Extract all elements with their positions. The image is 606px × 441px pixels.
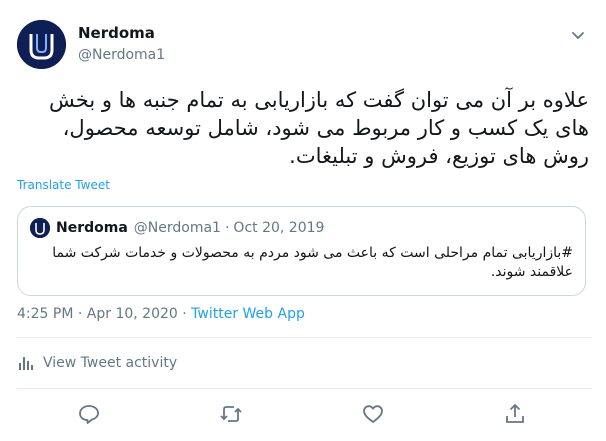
divider — [17, 388, 592, 389]
view-activity-label: View Tweet activity — [43, 355, 178, 371]
avatar[interactable] — [17, 20, 66, 69]
quoted-handle: @Nerdoma1 — [133, 220, 221, 236]
tweet-card: Nerdoma @Nerdoma1 علاوه بر آن می توان گف… — [0, 0, 606, 441]
quoted-display-name: Nerdoma — [56, 220, 128, 236]
author-display-name[interactable]: Nerdoma — [78, 24, 165, 43]
tweet-text: علاوه بر آن می توان گفت که بازاریابی به … — [48, 88, 589, 168]
quoted-separator: · — [224, 220, 230, 236]
view-activity-link[interactable]: View Tweet activity — [17, 354, 177, 372]
share-icon[interactable] — [503, 402, 527, 426]
quoted-tweet-header: Nerdoma @Nerdoma1 · Oct 20, 2019 — [30, 217, 328, 239]
quoted-date: Oct 20, 2019 — [233, 220, 325, 236]
bar-chart-icon — [19, 357, 33, 370]
tweet-actions — [0, 402, 606, 426]
heart-icon[interactable] — [361, 402, 385, 426]
translate-tweet-link[interactable]: Translate Tweet — [17, 178, 110, 192]
tweet-time[interactable]: 4:25 PM — [17, 306, 73, 322]
author-handle[interactable]: @Nerdoma1 — [78, 46, 165, 65]
quoted-text: #بازاریابی تمام مراحلی است که باعث می شو… — [52, 245, 573, 280]
retweet-icon[interactable] — [219, 402, 243, 426]
author-names: Nerdoma @Nerdoma1 — [78, 24, 165, 65]
meta-separator: · — [77, 306, 83, 322]
tweet-date[interactable]: Apr 10, 2020 — [87, 306, 178, 322]
chevron-down-icon[interactable] — [569, 26, 587, 44]
tweet-header: Nerdoma @Nerdoma1 — [17, 20, 592, 72]
reply-icon[interactable] — [77, 402, 101, 426]
quoted-tweet[interactable]: Nerdoma @Nerdoma1 · Oct 20, 2019 #بازاری… — [17, 206, 586, 296]
tweet-source[interactable]: Twitter Web App — [191, 306, 305, 322]
quoted-avatar — [30, 218, 50, 238]
meta-separator-2: · — [182, 306, 187, 322]
divider — [17, 337, 592, 338]
tweet-meta: 4:25 PM · Apr 10, 2020 · Twitter Web App — [17, 306, 305, 322]
